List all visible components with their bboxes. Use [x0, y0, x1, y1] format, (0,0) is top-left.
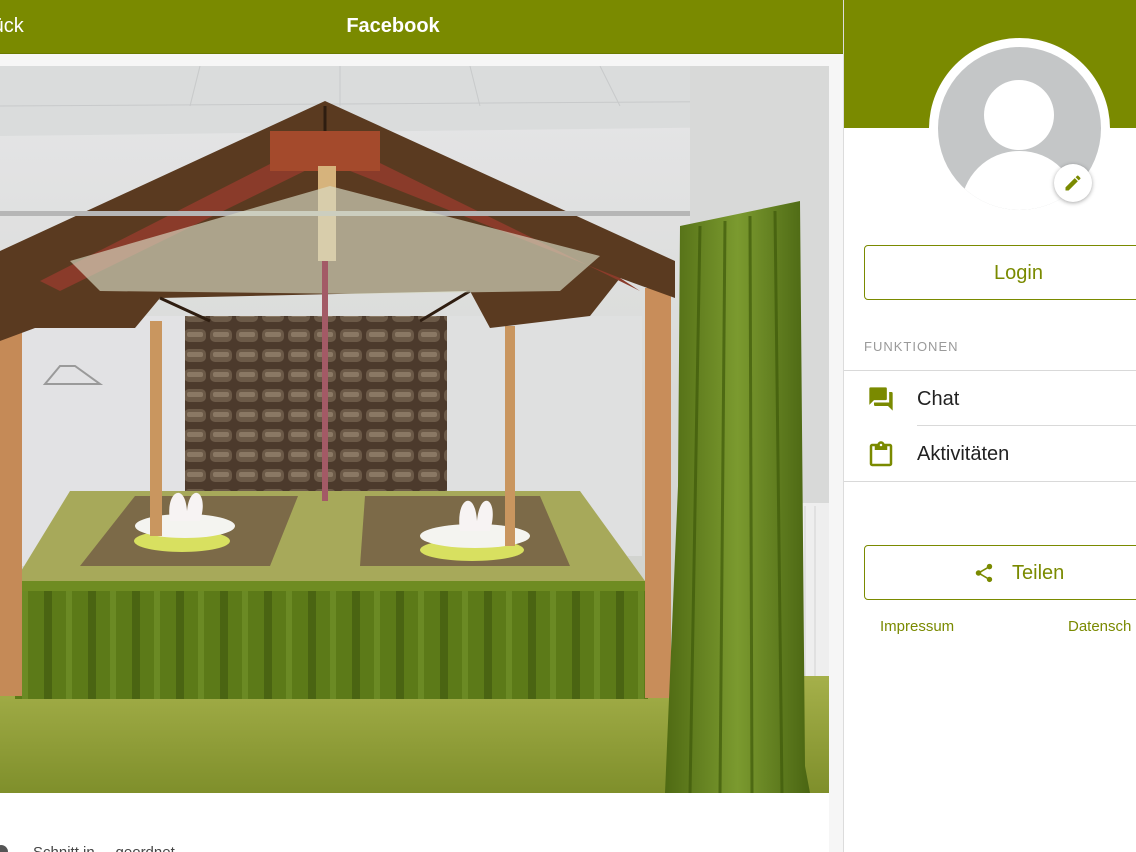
pencil-icon	[1065, 175, 1081, 191]
chat-icon	[869, 387, 893, 411]
caption-text: Schnitt in ... geordnet	[33, 844, 175, 852]
divider	[844, 481, 1136, 482]
clipboard-icon	[869, 441, 893, 467]
share-button-label: Teilen	[1012, 562, 1065, 584]
menu-item-label: Chat	[917, 388, 960, 410]
edit-avatar-button[interactable]	[1054, 164, 1092, 202]
menu-item-label: Aktivitäten	[917, 443, 1010, 465]
login-button-label: Login	[994, 262, 1043, 284]
menu-item-aktivitaeten[interactable]: Aktivitäten	[844, 427, 1136, 481]
caption-dot-icon	[0, 845, 8, 852]
post-photo[interactable]	[0, 66, 829, 793]
post-caption: Schnitt in ... geordnet	[0, 843, 829, 852]
divider	[917, 425, 1136, 426]
divider	[844, 370, 1136, 371]
impressum-link[interactable]: Impressum	[880, 618, 954, 635]
profile-sidebar: Login FUNKTIONEN Chat Aktivitäten Teilen…	[843, 0, 1136, 852]
avatar-head-shape	[984, 80, 1054, 150]
datenschutz-link[interactable]: Datensch	[1068, 618, 1131, 635]
app-root: rück Facebook	[0, 0, 1136, 852]
page-title: Facebook	[346, 15, 440, 37]
share-button[interactable]: Teilen	[864, 545, 1136, 600]
login-button[interactable]: Login	[864, 245, 1136, 300]
section-label-funktionen: FUNKTIONEN	[864, 339, 959, 354]
top-bar: rück Facebook	[0, 0, 843, 54]
post-detail-pane: rück Facebook	[0, 0, 843, 852]
menu-item-chat[interactable]: Chat	[844, 372, 1136, 426]
share-icon	[975, 563, 993, 583]
